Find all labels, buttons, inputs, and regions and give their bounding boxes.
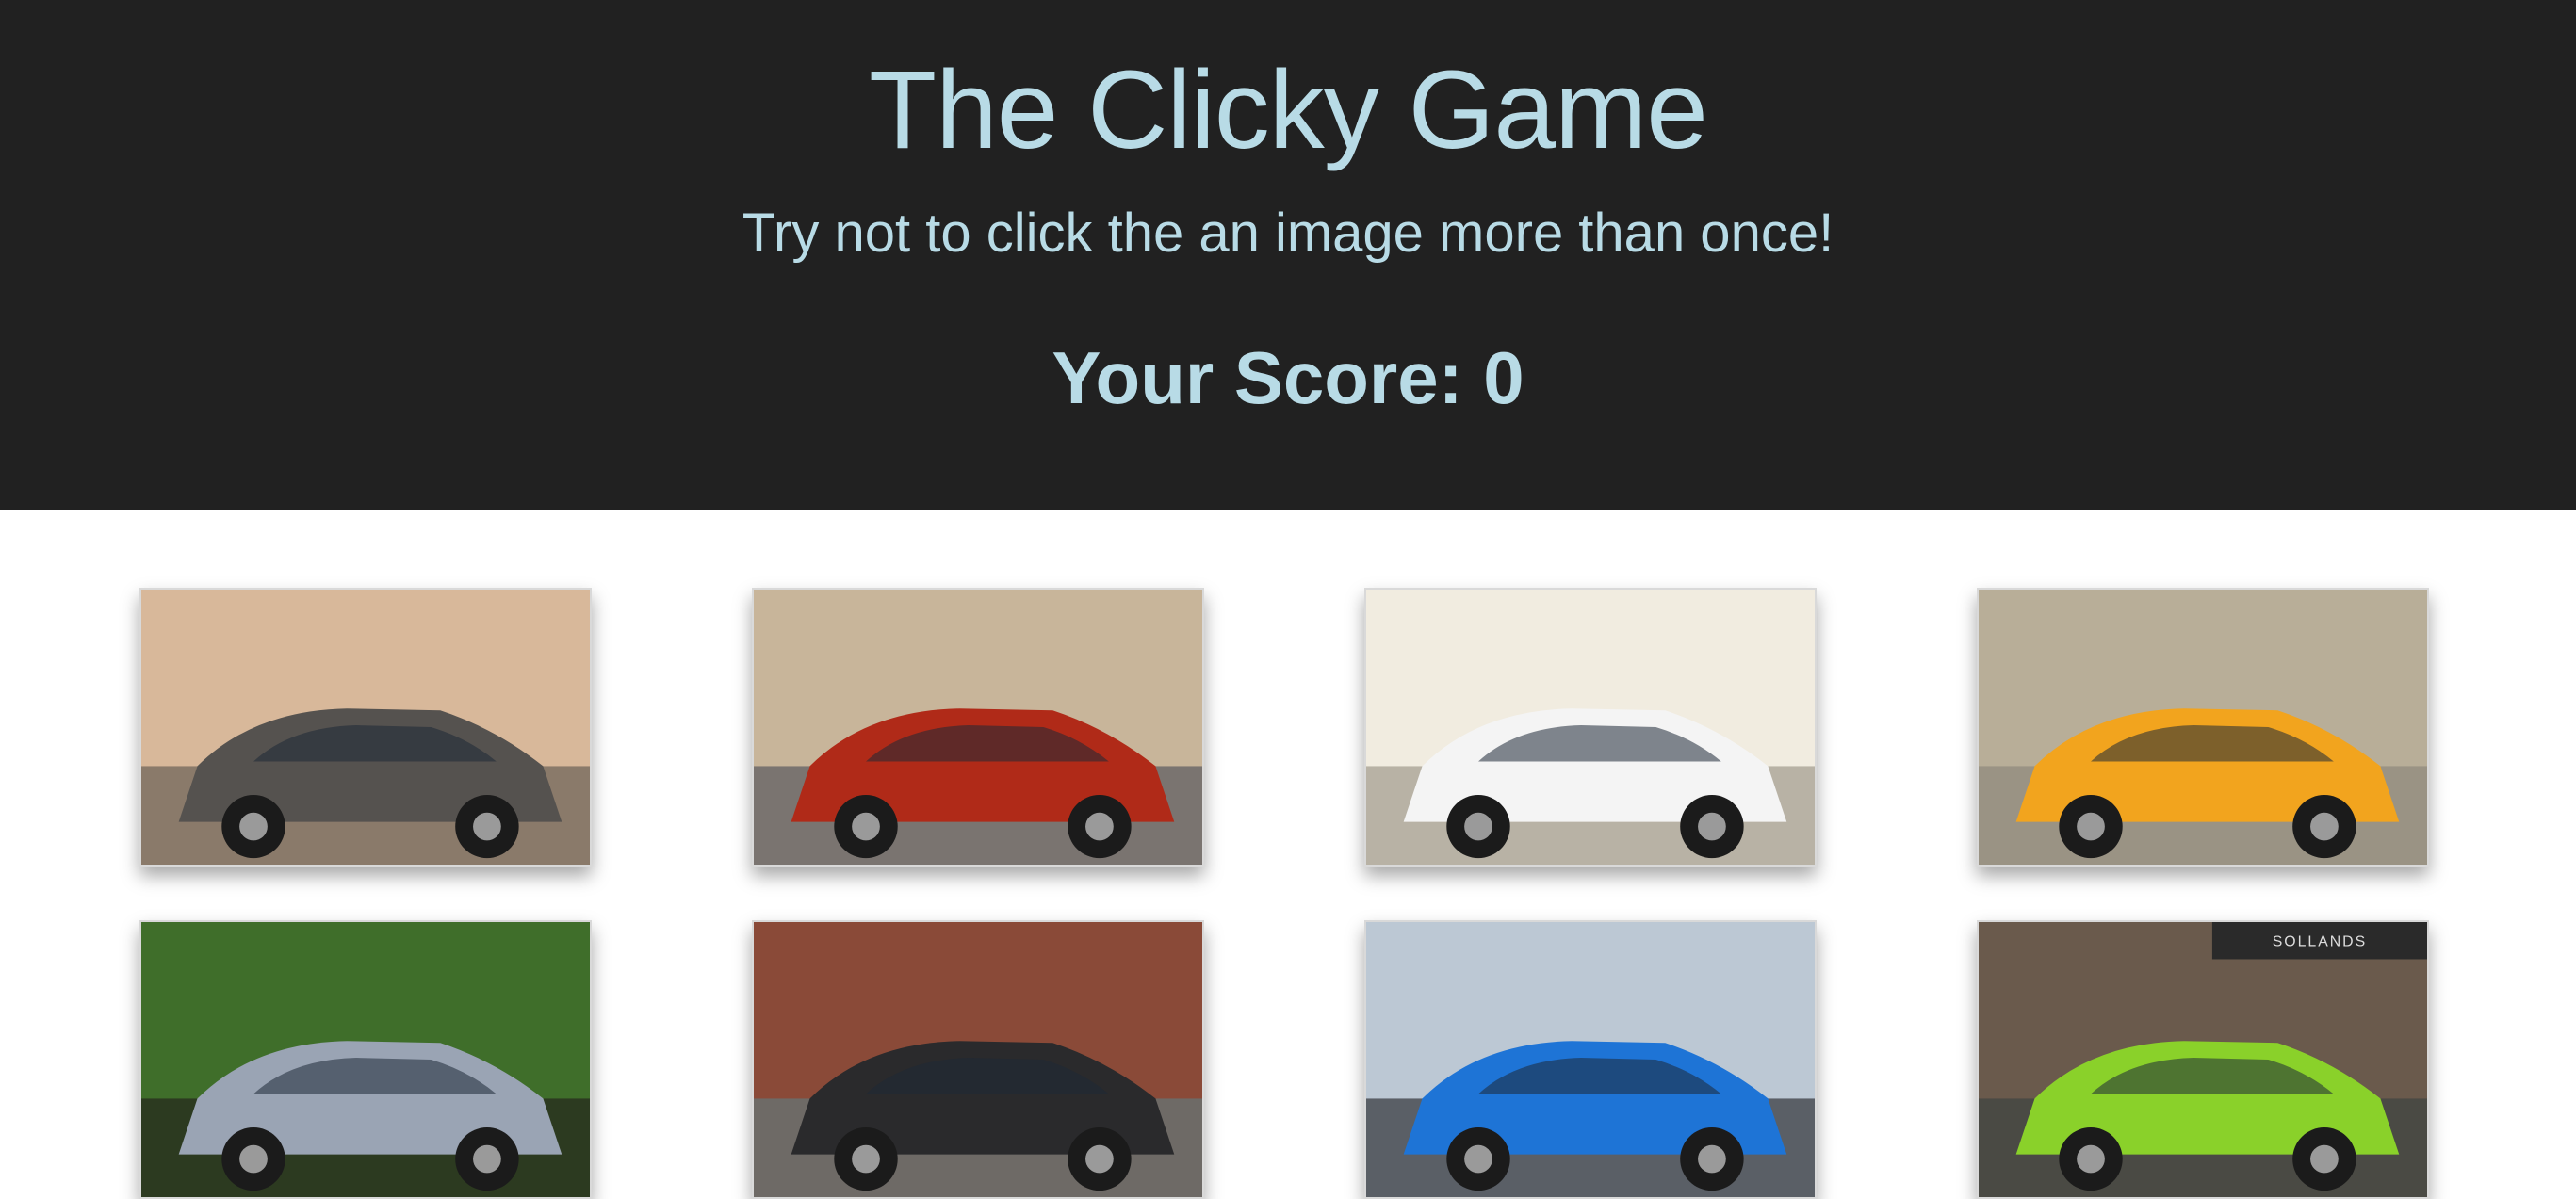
page-title: The Clicky Game (869, 48, 1708, 172)
instructions-text: Try not to click the an image more than … (742, 203, 1834, 264)
car-image-card[interactable] (752, 920, 1204, 1199)
green-lamborghini-sollands-image: SOLLANDS (1979, 922, 2427, 1197)
black-car-brick-building-image (754, 922, 1202, 1197)
red-classic-chevrolet-image (754, 590, 1202, 865)
store-sign-text: SOLLANDS (2273, 934, 2367, 950)
car-image-card[interactable] (1364, 920, 1817, 1199)
score-display: Your Score: 0 (1052, 336, 1524, 419)
gray-toyota-tacoma-truck-image (141, 590, 590, 865)
car-image-card[interactable]: SOLLANDS (1977, 920, 2429, 1199)
header: The Clicky Game Try not to click the an … (0, 0, 2576, 510)
white-sedan-city-skyline-image (1366, 590, 1815, 865)
car-image-card[interactable] (139, 588, 592, 867)
car-image-card[interactable] (1977, 588, 2429, 867)
mustang-and-blue-focus-image (1366, 922, 1815, 1197)
car-image-card[interactable] (752, 588, 1204, 867)
yellow-lamborghini-image (1979, 590, 2427, 865)
silver-car-under-trees-image (141, 922, 590, 1197)
car-image-card[interactable] (139, 920, 592, 1199)
car-image-card[interactable] (1364, 588, 1817, 867)
